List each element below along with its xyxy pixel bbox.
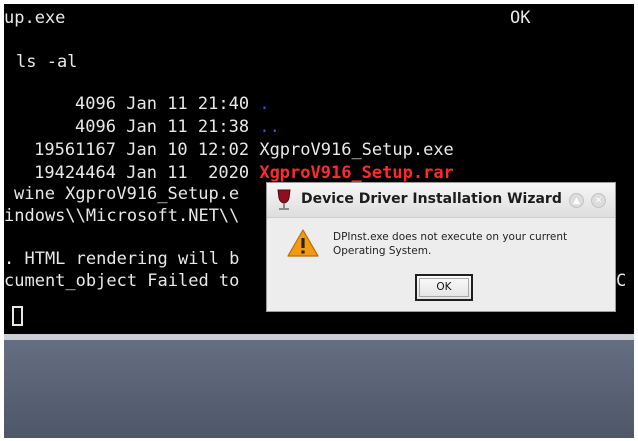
- screen: up.exe OK ls -al 4096 Jan 11 21:40 . 409…: [4, 4, 634, 438]
- message-line: Operating System.: [333, 245, 432, 257]
- file-name: XgproV916_Setup.exe: [259, 140, 454, 160]
- terminal-line-8: indows\\Microsoft.NET\\: [4, 206, 240, 226]
- file-name-dir: ..: [259, 117, 280, 137]
- desktop-background[interactable]: [4, 334, 634, 438]
- terminal-line-9: . HTML rendering will b: [4, 249, 240, 269]
- message-line: DPInst.exe does not execute on your curr…: [333, 231, 568, 243]
- maximize-icon[interactable]: ▲: [569, 193, 584, 208]
- warning-icon: [287, 229, 319, 257]
- terminal-line-6: 19424464 Jan 11 2020 XgproV916_Setup.rar: [4, 163, 454, 183]
- ok-button-label: OK: [436, 281, 452, 293]
- ok-button[interactable]: OK: [415, 274, 473, 301]
- file-size: 19561167: [34, 140, 116, 160]
- terminal-line-7: wine XgproV916_Setup.e: [14, 184, 240, 204]
- terminal-line-4: 4096 Jan 11 21:38 ..: [4, 117, 280, 137]
- file-date: Jan 11 21:40: [126, 94, 250, 114]
- terminal-text: up.exe: [4, 8, 66, 28]
- dialog-title: Device Driver Installation Wizard: [301, 191, 562, 207]
- terminal-cursor: [12, 306, 23, 326]
- terminal-line-2: ls -al: [16, 52, 78, 72]
- desktop-panel-edge: [4, 334, 634, 340]
- file-size: 4096: [75, 94, 116, 114]
- device-driver-wizard-dialog[interactable]: Device Driver Installation Wizard ▲ ✕ DP…: [266, 182, 616, 312]
- close-icon[interactable]: ✕: [591, 193, 606, 208]
- terminal-line-3: 4096 Jan 11 21:40 .: [4, 94, 270, 114]
- dialog-message: DPInst.exe does not execute on your curr…: [333, 230, 603, 258]
- file-date: Jan 10 12:02: [126, 140, 250, 160]
- file-name-archive: XgproV916_Setup.rar: [259, 163, 454, 183]
- terminal-ok-text: OK: [510, 8, 531, 28]
- file-date: Jan 11 21:38: [126, 117, 250, 137]
- terminal-line-5: 19561167 Jan 10 12:02 XgproV916_Setup.ex…: [4, 140, 454, 160]
- terminal-line-10: cument_object Failed to: [4, 271, 240, 291]
- terminal-line-10-tail: C: [616, 271, 627, 291]
- file-name-dir: .: [259, 94, 270, 114]
- dialog-titlebar[interactable]: Device Driver Installation Wizard ▲ ✕: [267, 183, 615, 218]
- file-date: Jan 11 2020: [126, 163, 250, 183]
- file-size: 19424464: [34, 163, 116, 183]
- file-size: 4096: [75, 117, 116, 137]
- wine-glass-icon: [277, 189, 291, 210]
- terminal-line-1: up.exe: [4, 8, 65, 28]
